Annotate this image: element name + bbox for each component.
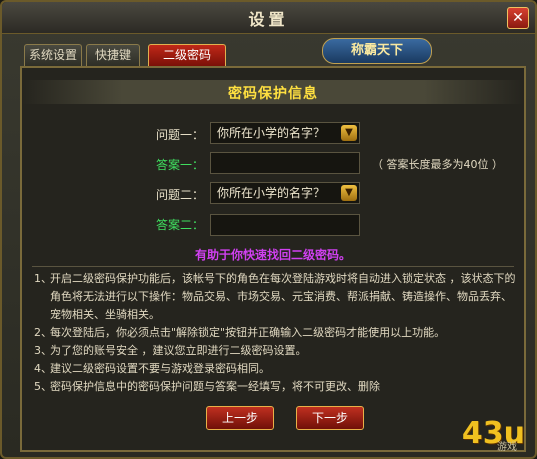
answer2-label: 答案二：: [155, 218, 204, 232]
close-button[interactable]: ✕: [507, 7, 529, 29]
settings-window: 设置 ✕ 称霸天下 系统设置 快捷键 二级密码 密码保护信息 问题一： 你所在小…: [0, 0, 537, 459]
panel-title: 密码保护信息: [228, 86, 318, 102]
question1-select[interactable]: 你所在小学的名字？ ▼: [210, 122, 360, 144]
answer-length-hint: （ 答案长度最多为40位 ）: [372, 158, 503, 171]
chevron-down-icon[interactable]: ▼: [341, 125, 357, 141]
answer1-label: 答案一：: [155, 158, 204, 172]
site-logo-sub: 游戏: [497, 442, 517, 453]
divider: [32, 266, 514, 267]
tab-shortcuts[interactable]: 快捷键: [86, 44, 140, 66]
question2-select[interactable]: 你所在小学的名字？ ▼: [210, 182, 360, 204]
tab-system-settings[interactable]: 系统设置: [24, 44, 82, 66]
tab-secondary-password[interactable]: 二级密码: [148, 44, 226, 66]
notes-list: 1、 开启二级密码保护功能后，该帐号下的角色在每次登陆游戏时将自动进入锁定状态 …: [34, 270, 518, 396]
note-item: 4、 建议二级密码设置不要与游戏登录密码相同。: [34, 362, 270, 375]
password-panel: 密码保护信息 问题一： 你所在小学的名字？ ▼ 答案一： （ 答案长度最多为40…: [20, 66, 526, 452]
question2-value: 你所在小学的名字？: [217, 186, 326, 200]
note-item: 3、 为了您的账号安全 ，建议您立即进行二级密码设置。: [34, 344, 307, 357]
answer1-input[interactable]: [210, 152, 360, 174]
note-item: 2、 每次登陆后，你必须点击"解除锁定"按钮并正确输入二级密码才能使用以上功能。: [34, 326, 446, 339]
question2-label: 问题二：: [155, 188, 204, 202]
note-item: 1、 开启二级密码保护功能后，该帐号下的角色在每次登陆游戏时将自动进入锁定状态 …: [34, 272, 516, 321]
answer2-input[interactable]: [210, 214, 360, 236]
chevron-down-icon[interactable]: ▼: [341, 185, 357, 201]
next-step-button[interactable]: 下一步: [296, 406, 364, 430]
note-item: 5、 密码保护信息中的密码保护问题与答案一经填写，将不可更改、删除: [34, 380, 380, 393]
prev-step-button[interactable]: 上一步: [206, 406, 274, 430]
question1-label: 问题一：: [155, 128, 204, 142]
window-title: 设置: [248, 10, 289, 29]
helper-text: 有助于你快速找回二级密码。: [194, 248, 351, 262]
question1-value: 你所在小学的名字？: [217, 126, 326, 140]
title-bar[interactable]: 设置 ✕: [2, 2, 535, 34]
banner-logo: 称霸天下: [322, 38, 432, 64]
